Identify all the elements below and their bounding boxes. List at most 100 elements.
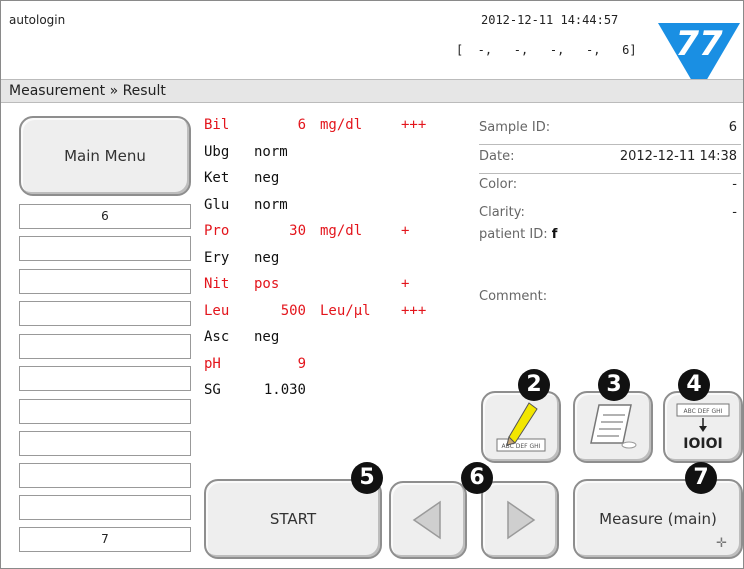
breadcrumb: Measurement » Result <box>9 83 166 99</box>
sample-slot[interactable] <box>19 366 191 391</box>
result-flag: + <box>401 276 410 292</box>
start-label: START <box>269 510 317 528</box>
badge-3: 3 <box>598 369 630 401</box>
result-flag: + <box>401 223 410 239</box>
sample-id-label: Sample ID: <box>479 120 551 135</box>
sample-id-row: Sample ID: 6 <box>479 117 741 141</box>
result-param: Bil <box>204 117 230 133</box>
sample-slot[interactable] <box>19 334 191 359</box>
badge-4: 4 <box>678 369 710 401</box>
barcode-top-text: ABC DEF GHI <box>684 408 723 415</box>
date-value: 2012-12-11 14:38 <box>619 149 737 164</box>
badge-6: 6 <box>461 462 493 494</box>
barcode-icon: ABC DEF GHI IOIOI <box>676 403 730 452</box>
result-param: pH <box>204 355 221 372</box>
result-row: Pro 30 mg/dl + <box>204 223 474 245</box>
result-param: Pro <box>204 223 230 239</box>
result-row: Ery neg <box>204 250 474 272</box>
measure-main-button[interactable]: Measure (main) ✛ <box>573 479 743 559</box>
result-flag: +++ <box>401 117 427 133</box>
result-param: Ery <box>204 249 230 266</box>
next-button[interactable] <box>481 481 559 559</box>
result-param: Ket <box>204 170 230 186</box>
result-param: Nit <box>204 276 230 292</box>
clarity-value: - <box>732 205 737 220</box>
barcode-button[interactable]: ABC DEF GHI IOIOI <box>663 391 743 463</box>
result-unit: Leu/µl <box>320 302 371 319</box>
result-row: Asc neg <box>204 329 474 351</box>
result-value: neg <box>254 249 280 266</box>
barcode-bottom-text: IOIOI <box>683 436 722 452</box>
sample-slot[interactable]: 7 <box>19 527 191 552</box>
comment-row[interactable]: Comment: <box>479 286 741 310</box>
result-unit: mg/dl <box>320 117 363 133</box>
patient-id-row: patient ID: f <box>479 224 741 248</box>
main-menu-button[interactable]: Main Menu <box>19 116 191 196</box>
result-value: 1.030 <box>263 382 306 398</box>
result-value: pos <box>254 276 280 292</box>
sample-slot[interactable]: 6 <box>19 204 191 229</box>
result-row: Leu 500 Leu/µl +++ <box>204 303 474 325</box>
badge-5: 5 <box>351 462 383 494</box>
result-value: norm <box>254 143 288 160</box>
result-param: Leu <box>204 302 230 319</box>
sample-slot[interactable] <box>19 269 191 294</box>
result-value: norm <box>254 196 288 213</box>
color-value: - <box>732 177 737 192</box>
result-param: SG <box>204 382 221 398</box>
arrow-left-icon <box>412 500 441 540</box>
color-row: Color: - <box>479 174 741 198</box>
svg-text:77: 77 <box>675 24 723 64</box>
sample-id-value: 6 <box>728 120 737 135</box>
sample-slot[interactable] <box>19 495 191 520</box>
result-value: neg <box>254 170 280 186</box>
rack-slot-status: [ -, -, -, -, 6] <box>456 43 637 57</box>
patient-id-value: f <box>551 227 558 242</box>
sample-slot[interactable] <box>19 431 191 456</box>
edit-button[interactable]: ABC DEF GHI <box>481 391 561 463</box>
result-row: Nit pos + <box>204 276 474 298</box>
date-row: Date: 2012-12-11 14:38 <box>479 146 741 170</box>
sample-slot[interactable] <box>19 301 191 326</box>
color-label: Color: <box>479 177 518 192</box>
result-param: Glu <box>204 196 230 213</box>
result-value: 30 <box>289 223 306 239</box>
user-label: autologin <box>9 13 66 27</box>
patient-id-label: patient ID: f <box>479 227 558 242</box>
arrow-right-icon <box>507 500 536 540</box>
result-row: Bil 6 mg/dl +++ <box>204 117 474 139</box>
comment-label: Comment: <box>479 289 548 304</box>
sample-slot[interactable] <box>19 399 191 424</box>
sample-slot[interactable] <box>19 236 191 261</box>
badge-7: 7 <box>685 462 717 494</box>
result-row: pH 9 <box>204 356 474 378</box>
result-row: SG 1.030 <box>204 382 474 404</box>
status-header: autologin 2012-12-11 14:44:57 [ -, -, -,… <box>1 1 743 93</box>
result-row: Ubg norm <box>204 144 474 166</box>
analyzer-screen: autologin 2012-12-11 14:44:57 [ -, -, -,… <box>0 0 744 569</box>
clarity-row: Clarity: - <box>479 202 741 226</box>
result-value: 500 <box>280 302 306 319</box>
result-value: 6 <box>297 117 306 133</box>
breadcrumb-bar: Measurement » Result <box>1 79 743 103</box>
measure-main-label: Measure (main) <box>599 510 717 528</box>
pencil-edit-icon: ABC DEF GHI <box>496 402 546 452</box>
date-label: Date: <box>479 149 515 164</box>
sample-slot[interactable] <box>19 463 191 488</box>
badge-2: 2 <box>518 369 550 401</box>
result-row: Glu norm <box>204 197 474 219</box>
printer-icon <box>590 404 637 449</box>
clarity-label: Clarity: <box>479 205 525 220</box>
main-menu-label: Main Menu <box>64 147 146 165</box>
result-unit: mg/dl <box>320 223 363 239</box>
prev-button[interactable] <box>389 481 467 559</box>
result-param: Asc <box>204 329 230 345</box>
datetime-readout: 2012-12-11 14:44:57 <box>481 13 619 27</box>
result-row: Ket neg <box>204 170 474 192</box>
start-button[interactable]: START <box>204 479 382 559</box>
result-value: neg <box>254 329 280 345</box>
divider <box>479 144 741 145</box>
result-value: 9 <box>297 355 306 372</box>
print-button[interactable] <box>573 391 653 463</box>
crosshair-icon: ✛ <box>716 536 727 551</box>
